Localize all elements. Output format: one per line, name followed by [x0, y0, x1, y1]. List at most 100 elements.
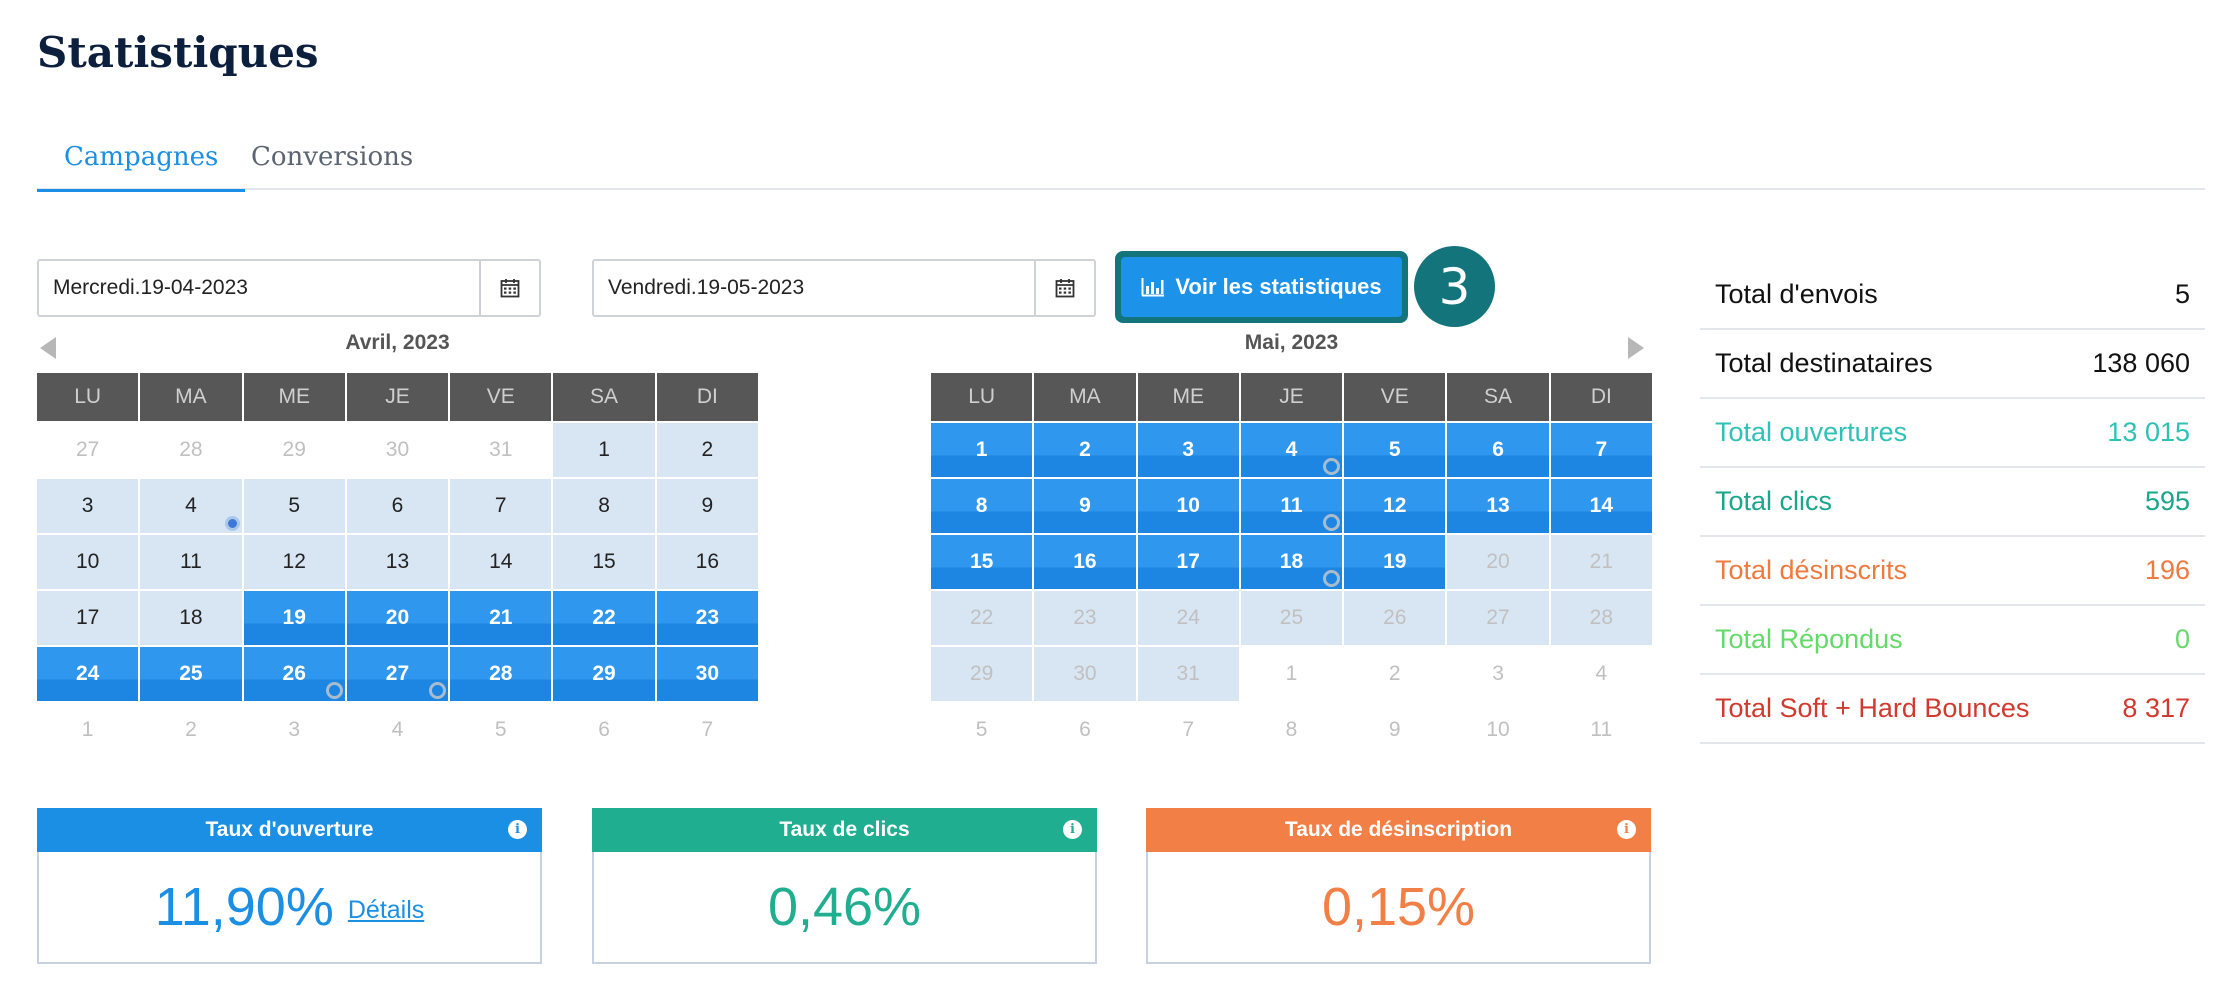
- start-date-input[interactable]: [39, 261, 479, 315]
- calendar-day[interactable]: 28: [140, 423, 242, 477]
- calendar-day[interactable]: 28: [450, 647, 552, 701]
- calendar-day[interactable]: 3: [243, 703, 345, 757]
- calendar-day[interactable]: 1: [931, 423, 1033, 477]
- calendar-day[interactable]: 29: [931, 647, 1033, 701]
- tab-campagnes[interactable]: Campagnes: [37, 142, 246, 192]
- calendar-day[interactable]: 25: [1240, 591, 1343, 645]
- calendar-day[interactable]: 13: [1447, 479, 1549, 533]
- calendar-day[interactable]: 5: [1344, 423, 1446, 477]
- calendar-day[interactable]: 6: [553, 703, 655, 757]
- calendar-day[interactable]: 19: [243, 591, 345, 645]
- calendar-day[interactable]: 25: [140, 647, 242, 701]
- calendar-day[interactable]: 2: [656, 423, 758, 477]
- calendar-day[interactable]: 31: [450, 423, 552, 477]
- calendar-day[interactable]: 8: [1240, 703, 1343, 757]
- calendar-day[interactable]: 2: [1034, 423, 1136, 477]
- calendar-day[interactable]: 1: [553, 423, 655, 477]
- calendar-day[interactable]: 28: [1550, 591, 1652, 645]
- calendar-day[interactable]: 16: [1034, 535, 1136, 589]
- end-date-calendar-button[interactable]: [1034, 261, 1094, 315]
- unsubscribe-rate-body: 0,15%: [1148, 852, 1649, 962]
- calendar-day[interactable]: 7: [1550, 423, 1652, 477]
- calendar-day[interactable]: 13: [346, 535, 449, 589]
- calendar-day[interactable]: 12: [243, 535, 345, 589]
- calendar-day[interactable]: 29: [553, 647, 655, 701]
- calendar-day[interactable]: 30: [656, 647, 758, 701]
- calendar-day[interactable]: 23: [1034, 591, 1136, 645]
- calendar-day[interactable]: 11: [1240, 479, 1343, 533]
- calendar-day[interactable]: 18: [1240, 535, 1343, 589]
- calendar-day[interactable]: 5: [243, 479, 345, 533]
- calendar-day[interactable]: 22: [931, 591, 1033, 645]
- calendar-day[interactable]: 1: [37, 703, 139, 757]
- calendar-day[interactable]: 10: [1447, 703, 1549, 757]
- calendar-day[interactable]: 24: [1137, 591, 1239, 645]
- calendar-day[interactable]: 17: [37, 591, 139, 645]
- end-date-input[interactable]: [594, 261, 1034, 315]
- calendar-day[interactable]: 10: [1137, 479, 1239, 533]
- calendar-day[interactable]: 31: [1137, 647, 1239, 701]
- tab-conversions[interactable]: Conversions: [224, 142, 440, 190]
- calendar-day[interactable]: 30: [346, 423, 449, 477]
- calendar-day[interactable]: 3: [1137, 423, 1239, 477]
- view-statistics-button[interactable]: Voir les statistiques: [1115, 251, 1408, 323]
- calendar-day[interactable]: 14: [450, 535, 552, 589]
- calendar-day[interactable]: 29: [243, 423, 345, 477]
- calendar-day[interactable]: 3: [37, 479, 139, 533]
- view-statistics-button-face[interactable]: Voir les statistiques: [1121, 257, 1402, 317]
- calendar-day[interactable]: 5: [931, 703, 1033, 757]
- calendar-day[interactable]: 12: [1344, 479, 1446, 533]
- calendar-day[interactable]: 15: [931, 535, 1033, 589]
- info-icon[interactable]: i: [1063, 820, 1082, 839]
- calendar-day[interactable]: 21: [450, 591, 552, 645]
- calendar-day[interactable]: 7: [656, 703, 758, 757]
- calendar-day[interactable]: 10: [37, 535, 139, 589]
- calendar-day[interactable]: 2: [1344, 647, 1446, 701]
- calendar-day[interactable]: 4: [1240, 423, 1343, 477]
- calendar-day[interactable]: 4: [346, 703, 449, 757]
- calendar-day[interactable]: 8: [553, 479, 655, 533]
- calendar-day[interactable]: 6: [1447, 423, 1549, 477]
- calendar-day[interactable]: 9: [1344, 703, 1446, 757]
- calendar-day[interactable]: 26: [1344, 591, 1446, 645]
- calendar-day[interactable]: 14: [1550, 479, 1652, 533]
- calendar-day[interactable]: 23: [656, 591, 758, 645]
- calendar-day[interactable]: 7: [1137, 703, 1239, 757]
- calendar-day[interactable]: 9: [656, 479, 758, 533]
- info-icon[interactable]: i: [1617, 820, 1636, 839]
- calendar-day[interactable]: 17: [1137, 535, 1239, 589]
- calendar-day[interactable]: 15: [553, 535, 655, 589]
- calendar-day[interactable]: 3: [1447, 647, 1549, 701]
- calendar-day[interactable]: 11: [140, 535, 242, 589]
- calendar-day[interactable]: 2: [140, 703, 242, 757]
- calendar-day[interactable]: 19: [1344, 535, 1446, 589]
- calendar-day[interactable]: 30: [1034, 647, 1136, 701]
- calendar-day[interactable]: 27: [346, 647, 449, 701]
- calendar-day[interactable]: 11: [1550, 703, 1652, 757]
- calendar-day[interactable]: 22: [553, 591, 655, 645]
- calendar-day[interactable]: 6: [346, 479, 449, 533]
- calendar-day[interactable]: 18: [140, 591, 242, 645]
- info-icon[interactable]: i: [508, 820, 527, 839]
- calendar-day[interactable]: 4: [1550, 647, 1652, 701]
- calendar-day[interactable]: 8: [931, 479, 1033, 533]
- calendar-day[interactable]: 21: [1550, 535, 1652, 589]
- calendar-day[interactable]: 9: [1034, 479, 1136, 533]
- calendar-week-row: 17 18 19 20 21 22 23: [37, 591, 758, 645]
- calendar-day[interactable]: 1: [1240, 647, 1343, 701]
- calendar-day[interactable]: 24: [37, 647, 139, 701]
- next-month-icon[interactable]: [1628, 337, 1644, 359]
- calendar-day[interactable]: 5: [450, 703, 552, 757]
- details-link[interactable]: Détails: [348, 896, 424, 925]
- calendar-day[interactable]: 7: [450, 479, 552, 533]
- calendar-day[interactable]: 26: [243, 647, 345, 701]
- calendar-day[interactable]: 27: [37, 423, 139, 477]
- calendar-day[interactable]: 20: [346, 591, 449, 645]
- calendar-day[interactable]: 4: [140, 479, 242, 533]
- calendar-day[interactable]: 6: [1034, 703, 1136, 757]
- calendar-day[interactable]: 27: [1447, 591, 1549, 645]
- calendar-day[interactable]: 16: [656, 535, 758, 589]
- calendar-day[interactable]: 20: [1447, 535, 1549, 589]
- total-row: Total Répondus 0: [1700, 606, 2205, 675]
- start-date-calendar-button[interactable]: [479, 261, 539, 315]
